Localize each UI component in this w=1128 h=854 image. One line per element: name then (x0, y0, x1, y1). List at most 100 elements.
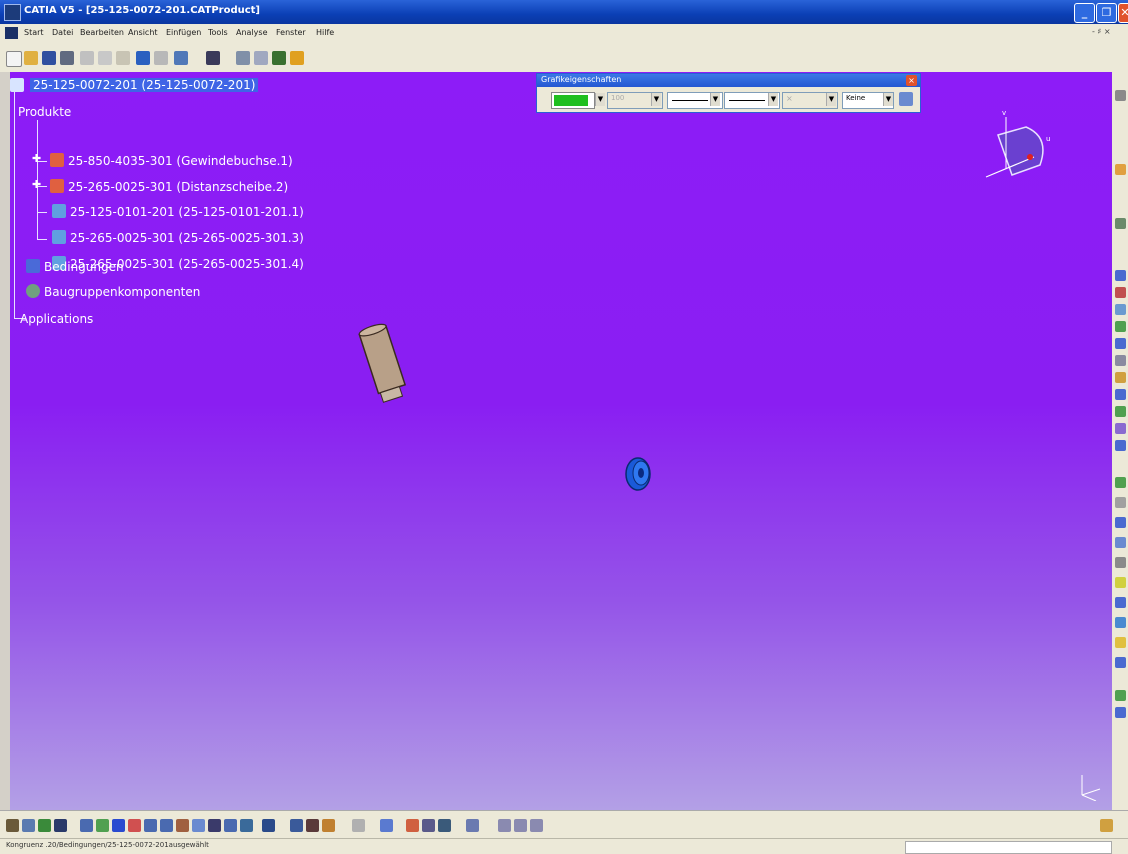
sectioning-icon[interactable] (380, 819, 393, 832)
washer-part[interactable] (618, 454, 658, 494)
bushing-part[interactable] (350, 320, 420, 410)
hide-show-icon[interactable] (224, 819, 237, 832)
assembly-tool-icon[interactable] (1115, 90, 1126, 101)
tree-node-product[interactable]: 25-850-4035-301 (Gewindebuchse.1) (68, 154, 293, 168)
undo-icon[interactable] (136, 51, 150, 65)
view-point-icon[interactable] (498, 819, 511, 832)
tree-node-produkte[interactable]: Produkte (18, 105, 71, 119)
tree-node-applications[interactable]: Applications (20, 312, 93, 326)
shading-icon[interactable] (208, 819, 221, 832)
tree-node-product[interactable]: 25-265-0025-301 (Distanzscheibe.2) (68, 180, 288, 194)
point-symbol-dropdown[interactable]: ▼ (826, 93, 836, 106)
menu-einfuegen[interactable]: Einfügen (166, 28, 201, 37)
constraint-tool-icon[interactable] (1115, 597, 1126, 608)
assembly-tool-icon[interactable] (1115, 270, 1126, 281)
minimize-button[interactable]: _ (1074, 3, 1095, 23)
catalog-browser-icon[interactable] (290, 819, 303, 832)
constraint-tool-icon[interactable] (1115, 517, 1126, 528)
constraint-tool-icon[interactable] (1115, 657, 1126, 668)
line-type-dropdown[interactable]: ▼ (768, 93, 778, 106)
constraint-tool-icon[interactable] (1115, 617, 1126, 628)
constraint-tool-icon[interactable] (1115, 637, 1126, 648)
paste-icon[interactable] (116, 51, 130, 65)
view-point-icon[interactable] (514, 819, 527, 832)
tree-node-product[interactable]: 25-265-0025-301 (25-265-0025-301.3) (70, 231, 304, 245)
tree-node-baugruppenkomponenten[interactable]: Baugruppenkomponenten (44, 285, 200, 299)
menu-datei[interactable]: Datei (52, 28, 73, 37)
fill-color-dropdown[interactable]: ▼ (595, 93, 605, 106)
assembly-tool-icon[interactable] (1115, 164, 1126, 175)
snap-icon[interactable] (438, 819, 451, 832)
assembly-tool-icon[interactable] (1115, 355, 1126, 366)
view-point-icon[interactable] (530, 819, 543, 832)
menu-fenster[interactable]: Fenster (276, 28, 306, 37)
tree-root[interactable]: 25-125-0072-201 (25-125-0072-201) (30, 78, 259, 92)
redo-icon[interactable] (154, 51, 168, 65)
assembly-tool-icon[interactable] (1115, 287, 1126, 298)
zoom-in-icon[interactable] (144, 819, 157, 832)
menu-hilfe[interactable]: Hilfe (316, 28, 334, 37)
iso-view-icon[interactable] (192, 819, 205, 832)
constraint-tool-icon[interactable] (1115, 497, 1126, 508)
normal-view-icon[interactable] (176, 819, 189, 832)
catalog-icon[interactable] (206, 51, 220, 65)
constraint-tool-icon[interactable] (1115, 477, 1126, 488)
layer-dropdown[interactable]: ▼ (883, 93, 893, 106)
document-icon[interactable] (5, 27, 18, 39)
assembly-tool-icon[interactable] (1115, 406, 1126, 417)
fit-all-icon[interactable] (96, 819, 109, 832)
rotate-icon[interactable] (128, 819, 141, 832)
mdi-controls[interactable]: - ♯ × (1092, 27, 1111, 36)
assembly-tool-icon[interactable] (1115, 218, 1126, 229)
measure-icon[interactable] (38, 819, 51, 832)
formula-icon[interactable] (6, 819, 19, 832)
assembly-tool-icon[interactable] (1115, 423, 1126, 434)
swap-space-icon[interactable] (240, 819, 253, 832)
workbench-icon[interactable] (1100, 819, 1113, 832)
graphic-properties-title-bar[interactable]: Grafikeigenschaften × (537, 74, 920, 87)
expand-plus-icon[interactable]: ✚ (32, 178, 41, 191)
maximize-button[interactable]: ❐ (1096, 3, 1117, 23)
new-file-icon[interactable] (6, 51, 22, 67)
save-icon[interactable] (42, 51, 56, 65)
assembly-tool-icon[interactable] (1115, 440, 1126, 451)
fly-mode-icon[interactable] (80, 819, 93, 832)
compass-icon[interactable]: v u (978, 107, 1058, 187)
expand-plus-icon[interactable]: ✚ (32, 152, 41, 165)
knowledge-icon[interactable] (22, 819, 35, 832)
tree-node-product[interactable]: 25-125-0101-201 (25-125-0101-201.1) (70, 205, 304, 219)
grid-icon[interactable] (466, 819, 479, 832)
table-icon[interactable] (54, 819, 67, 832)
format-painter-icon[interactable] (899, 92, 913, 106)
menu-tools[interactable]: Tools (208, 28, 228, 37)
product-icon[interactable] (236, 51, 250, 65)
assembly-tool-icon[interactable] (1115, 338, 1126, 349)
part-icon[interactable] (254, 51, 268, 65)
menu-analyse[interactable]: Analyse (236, 28, 268, 37)
assembly-tool-icon[interactable] (1115, 372, 1126, 383)
close-button[interactable]: ✕ (1118, 3, 1128, 23)
constraint-tool-icon[interactable] (1115, 707, 1126, 718)
3d-viewport[interactable]: 25-125-0072-201 (25-125-0072-201) Produk… (10, 72, 1112, 810)
assembly-tool-icon[interactable] (1115, 321, 1126, 332)
tools-icon[interactable] (272, 51, 286, 65)
zoom-out-icon[interactable] (160, 819, 173, 832)
help-icon[interactable] (174, 51, 188, 65)
options-icon[interactable] (290, 51, 304, 65)
constraint-tool-icon[interactable] (1115, 690, 1126, 701)
tree-toggle-icon[interactable] (262, 819, 275, 832)
menu-start[interactable]: Start (24, 28, 44, 37)
bom-icon[interactable] (306, 819, 319, 832)
graphic-properties-close-button[interactable]: × (906, 75, 917, 86)
print-icon[interactable] (60, 51, 74, 65)
clash-icon[interactable] (352, 819, 365, 832)
scene-icon[interactable] (322, 819, 335, 832)
pan-icon[interactable] (112, 819, 125, 832)
command-input[interactable] (905, 841, 1112, 854)
cut-icon[interactable] (80, 51, 94, 65)
explode-icon[interactable] (422, 819, 435, 832)
copy-icon[interactable] (98, 51, 112, 65)
line-thickness-dropdown[interactable]: ▼ (710, 93, 720, 106)
transparency-dropdown[interactable]: ▼ (651, 93, 661, 106)
assembly-tool-icon[interactable] (1115, 304, 1126, 315)
